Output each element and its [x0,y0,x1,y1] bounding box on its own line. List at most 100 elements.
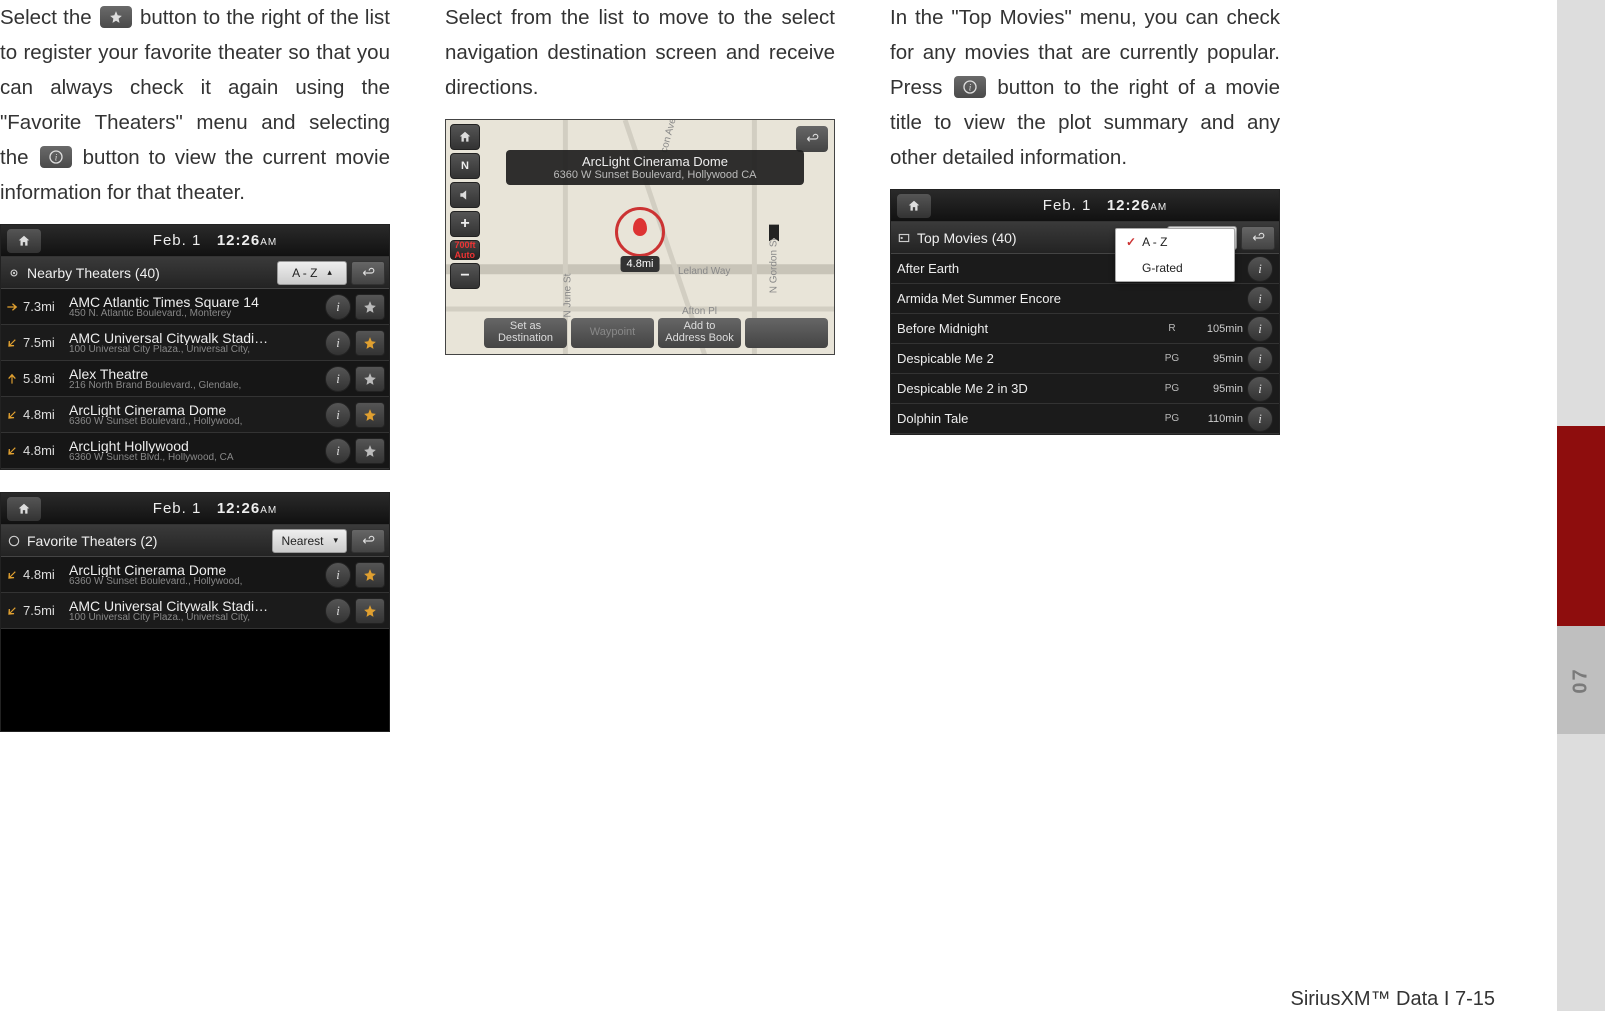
theater-info: ArcLight Hollywood 6360 W Sunset Blvd., … [69,439,321,463]
theater-row[interactable]: 7.5mi AMC Universal Citywalk Stadi… 100 … [1,325,389,361]
home-button[interactable] [7,229,41,253]
favorite-button[interactable] [355,562,385,588]
dropdown-option-grated[interactable]: G-rated [1116,255,1234,281]
theater-row[interactable]: 7.5mi AMC Universal Citywalk Stadi… 100 … [1,593,389,629]
movie-rating: R [1157,323,1187,334]
compass-button[interactable]: N [450,153,480,179]
waypoint-button[interactable]: Waypoint [571,318,654,348]
page-footer: SiriusXM™ Data I 7-15 [1290,988,1495,1011]
info-button[interactable]: i [325,366,351,392]
clock: Feb. 1 12:26AM [931,197,1279,214]
star-icon [100,6,132,28]
col1-text-b: button to the right of the list to regis… [0,6,390,169]
side-tab-chapter: 07 [1557,626,1605,734]
distance-label: 7.5mi [5,335,69,350]
theater-info: Alex Theatre 216 North Brand Boulevard.,… [69,367,321,391]
distance-label: 4.8mi [5,407,69,422]
favorites-sort-dropdown[interactable]: Nearest▾ [272,529,347,553]
scale-button[interactable]: 700ftAuto [450,240,480,260]
street-label: Leland Way [678,266,730,277]
col1-text-a: Select the [0,6,98,29]
map-distance-badge: 4.8mi [621,256,660,272]
back-button[interactable] [796,126,828,152]
nearby-header-title: Nearby Theaters (40) [5,265,273,281]
movie-row[interactable]: Despicable Me 2 PG 95min i [891,344,1279,374]
theater-row[interactable]: 4.8mi ArcLight Cinerama Dome 6360 W Suns… [1,557,389,593]
distance-label: 5.8mi [5,371,69,386]
favorites-list: 4.8mi ArcLight Cinerama Dome 6360 W Suns… [1,557,389,629]
home-button[interactable] [7,497,41,521]
info-button[interactable]: i [1247,376,1273,402]
movie-rating: PG [1157,413,1187,424]
movie-title: Before Midnight [897,321,1157,336]
back-button[interactable] [351,261,385,285]
nearby-sort-dropdown[interactable]: A - Z▴ [277,261,347,285]
distance-label: 4.8mi [5,443,69,458]
theater-row[interactable]: 7.3mi AMC Atlantic Times Square 14 450 N… [1,289,389,325]
favorite-button[interactable] [355,598,385,624]
theater-row[interactable]: 4.8mi ArcLight Cinerama Dome 6360 W Suns… [1,397,389,433]
home-button[interactable] [897,194,931,218]
svg-text:i: i [969,83,972,93]
distance-label: 7.5mi [5,603,69,618]
map-pin-icon [615,207,665,257]
info-button[interactable]: i [1247,316,1273,342]
theater-row[interactable]: 5.8mi Alex Theatre 216 North Brand Boule… [1,361,389,397]
info-button[interactable]: i [325,402,351,428]
info-button[interactable]: i [325,598,351,624]
favorite-theaters-screenshot: Feb. 1 12:26AM Favorite Theaters (2) Nea… [0,492,390,732]
sort-dropdown-popup[interactable]: A - Z G-rated [1115,228,1235,282]
theater-row[interactable]: 4.8mi ArcLight Hollywood 6360 W Sunset B… [1,433,389,469]
zoom-in-button[interactable]: + [450,211,480,237]
distance-label: 7.3mi [5,299,69,314]
nearby-list: 7.3mi AMC Atlantic Times Square 14 450 N… [1,289,389,469]
info-button[interactable]: i [325,294,351,320]
movie-row[interactable]: Dolphin Tale PG 110min i [891,404,1279,434]
info-button[interactable]: i [1247,406,1273,432]
movie-duration: 110min [1187,413,1243,425]
info-button[interactable]: i [325,438,351,464]
home-button[interactable] [450,124,480,150]
movie-title: Dolphin Tale [897,411,1157,426]
movie-rating: PG [1157,383,1187,394]
theater-info: AMC Universal Citywalk Stadi… 100 Univer… [69,331,321,355]
clock: Feb. 1 12:26AM [41,232,389,249]
info-button[interactable]: i [1247,286,1273,312]
side-tab-red [1557,426,1605,626]
back-button[interactable] [351,529,385,553]
top-movies-screenshot: Feb. 1 12:26AM Top Movies (40) A - Z▴ Af… [890,189,1280,435]
movie-title: Armida Met Summer Encore [897,291,1157,306]
movie-title: Despicable Me 2 [897,351,1157,366]
clock: Feb. 1 12:26AM [41,500,389,517]
movie-title: Despicable Me 2 in 3D [897,381,1157,396]
info-icon: i [40,146,72,168]
movie-row[interactable]: Despicable Me 2 in 3D PG 95min i [891,374,1279,404]
map-destination-label: ArcLight Cinerama Dome 6360 W Sunset Bou… [506,150,804,185]
favorite-button[interactable] [355,402,385,428]
nearby-theaters-screenshot: Feb. 1 12:26AM Nearby Theaters (40) A - … [0,224,390,470]
favorite-button[interactable] [355,330,385,356]
info-button[interactable]: i [325,330,351,356]
bookmark-icon [764,220,784,246]
movie-row[interactable]: Before Midnight R 105min i [891,314,1279,344]
add-address-book-button[interactable]: Add toAddress Book [658,318,741,348]
dropdown-option-az[interactable]: A - Z [1116,229,1234,255]
col1-description: Select the button to the right of the li… [0,0,390,210]
movie-rating: PG [1157,353,1187,364]
back-button[interactable] [1241,226,1275,250]
favorite-button[interactable] [355,294,385,320]
mute-button[interactable] [450,182,480,208]
map-extra-button[interactable] [745,318,828,348]
street-label: Afton Pl [682,306,717,317]
info-button[interactable]: i [325,562,351,588]
favorite-button[interactable] [355,438,385,464]
zoom-out-button[interactable]: − [450,263,480,289]
street-label: N Gordon St [768,238,779,294]
info-button[interactable]: i [1247,346,1273,372]
street-label: N June St [562,274,573,318]
favorite-button[interactable] [355,366,385,392]
movie-row[interactable]: Armida Met Summer Encore i [891,284,1279,314]
map-screenshot: Leland Way Afton Pl N Gordon St N June S… [445,119,835,355]
set-destination-button[interactable]: Set asDestination [484,318,567,348]
info-button[interactable]: i [1247,256,1273,282]
